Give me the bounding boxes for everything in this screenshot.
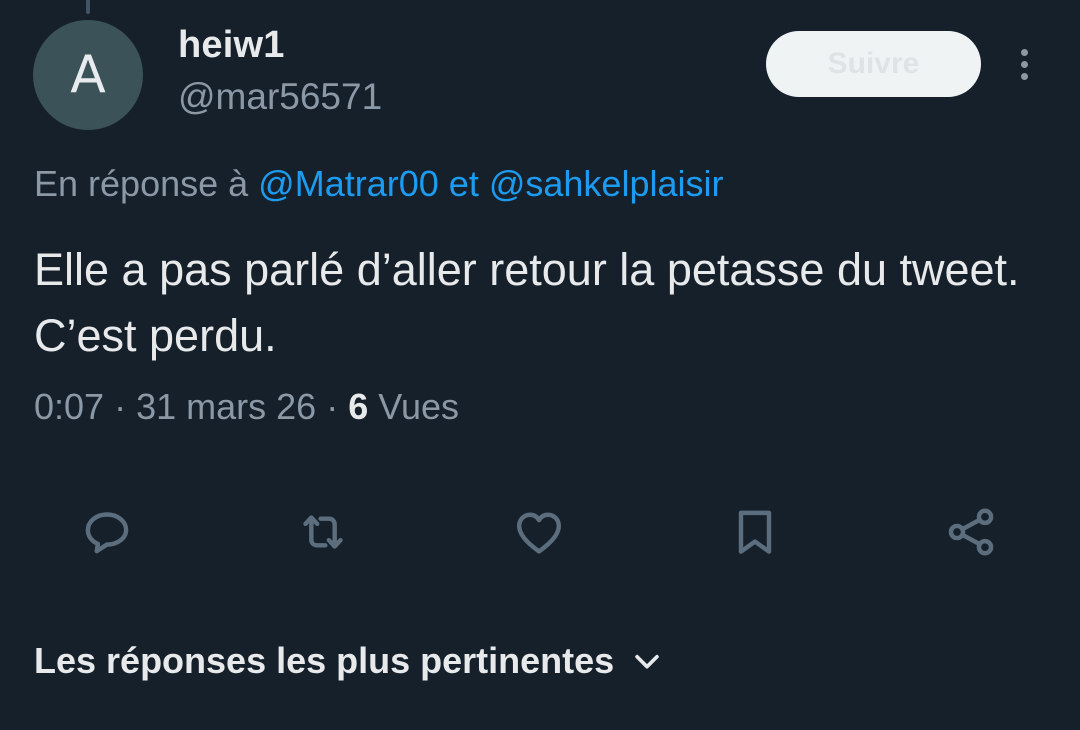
bookmark-icon — [738, 510, 772, 554]
chevron-down-icon — [635, 654, 659, 669]
bookmark-button[interactable] — [723, 500, 787, 564]
more-dot — [1020, 48, 1028, 56]
meta-separator: · — [114, 386, 127, 427]
share-icon — [948, 508, 994, 556]
views-label: Vues — [378, 386, 459, 427]
more-dot — [1020, 60, 1028, 68]
like-button[interactable] — [507, 500, 571, 564]
retweet-icon — [303, 515, 343, 549]
avatar-letter: A — [70, 45, 106, 105]
meta-separator: · — [326, 386, 339, 427]
reply-conjunction: et — [448, 163, 479, 204]
replies-sort-dropdown[interactable]: Les réponses les plus pertinentes — [34, 640, 664, 682]
like-icon — [516, 512, 562, 554]
tweet-meta: 0:07 · 31 mars 26 · 6 Vues — [34, 386, 459, 428]
avatar[interactable]: A — [33, 20, 143, 130]
reply-prefix: En réponse à — [34, 163, 249, 204]
retweet-button[interactable] — [291, 500, 355, 564]
tweet-actions-bar — [0, 500, 1080, 564]
tweet-date[interactable]: 31 mars 26 — [136, 386, 316, 427]
tweet-time[interactable]: 0:07 — [34, 386, 104, 427]
more-dot — [1020, 72, 1028, 80]
author-handle[interactable]: @mar56571 — [178, 76, 382, 118]
reply-context: En réponse à @Matrar00 et @sahkelplaisir — [34, 163, 723, 205]
reply-icon — [85, 512, 129, 554]
mention-link-2[interactable]: @sahkelplaisir — [489, 163, 724, 204]
thread-connector-line — [86, 0, 90, 14]
views-count: 6 — [348, 386, 369, 427]
reply-button[interactable] — [75, 500, 139, 564]
share-button[interactable] — [939, 500, 1003, 564]
more-options-icon[interactable] — [1004, 44, 1044, 84]
replies-sort-label: Les réponses les plus pertinentes — [34, 640, 615, 681]
tweet-text: Elle a pas parlé d’aller retour la petas… — [34, 244, 1020, 361]
author-display-name[interactable]: heiw1 — [178, 24, 285, 67]
follow-button[interactable]: Suivre — [766, 31, 981, 97]
mention-link-1[interactable]: @Matrar00 — [258, 163, 439, 204]
